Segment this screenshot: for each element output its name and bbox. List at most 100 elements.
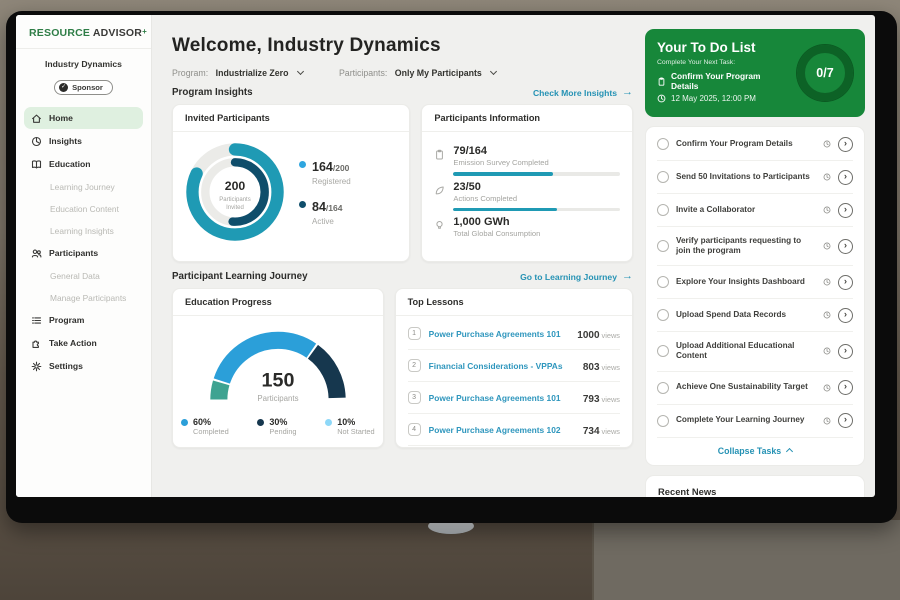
app-logo: RESOURCE ADVISOR+ bbox=[16, 15, 151, 49]
task-row[interactable]: Verify participants requesting to join t… bbox=[657, 227, 853, 266]
task-checkbox[interactable] bbox=[657, 382, 669, 394]
task-open-button[interactable]: › bbox=[838, 413, 853, 428]
task-label: Invite a Collaborator bbox=[676, 205, 816, 216]
task-row[interactable]: Confirm Your Program Details › bbox=[657, 128, 853, 161]
legend-percent: 10% bbox=[337, 417, 374, 427]
task-label: Upload Spend Data Records bbox=[676, 310, 816, 321]
collapse-tasks-link[interactable]: Collapse Tasks bbox=[657, 438, 853, 461]
task-checkbox[interactable] bbox=[657, 138, 669, 150]
sponsor-badge-icon: ✓ bbox=[59, 83, 68, 92]
participants-filter[interactable]: Participants: Only My Participants bbox=[339, 68, 496, 78]
progress-bar-fill bbox=[453, 172, 553, 176]
sidebar-item-label: Insights bbox=[49, 136, 82, 146]
todo-next-task: Confirm Your Program Details bbox=[657, 71, 789, 91]
sponsor-badge[interactable]: ✓ Sponsor bbox=[54, 80, 113, 95]
lesson-title-link[interactable]: Power Purchase Agreements 102 bbox=[429, 425, 575, 435]
task-row[interactable]: Complete Your Learning Journey › bbox=[657, 405, 853, 438]
participants-info-body: 79/164 Emission Survey Completed 23/50 A… bbox=[422, 132, 632, 249]
lesson-row[interactable]: 1 Power Purchase Agreements 101 1000view… bbox=[408, 318, 620, 350]
program-filter[interactable]: Program: Industrialize Zero bbox=[172, 68, 303, 78]
task-open-button[interactable]: › bbox=[838, 275, 853, 290]
sidebar-item-label: Education Content bbox=[50, 204, 119, 214]
task-open-button[interactable]: › bbox=[838, 308, 853, 323]
lesson-title-link[interactable]: Power Purchase Agreements 101 bbox=[429, 393, 575, 403]
task-open-button[interactable]: › bbox=[838, 203, 853, 218]
arrow-right-icon: → bbox=[622, 271, 633, 282]
sidebar-item-learning-insights[interactable]: Learning Insights bbox=[24, 220, 143, 241]
sidebar-item-take-action[interactable]: Take Action bbox=[24, 332, 143, 354]
sidebar-item-participants[interactable]: Participants bbox=[24, 242, 143, 264]
info-label: Emission Survey Completed bbox=[453, 158, 620, 167]
task-open-button[interactable]: › bbox=[838, 137, 853, 152]
task-row[interactable]: Achieve One Sustainability Target › bbox=[657, 372, 853, 405]
section-title: Participant Learning Journey bbox=[172, 271, 308, 282]
lesson-row[interactable]: 2 Financial Considerations - VPPAs 803vi… bbox=[408, 350, 620, 382]
sidebar-item-settings[interactable]: Settings bbox=[24, 355, 143, 377]
sidebar-item-manage-participants[interactable]: Manage Participants bbox=[24, 287, 143, 308]
top-lessons-card: Top Lessons 1 Power Purchase Agreements … bbox=[395, 288, 633, 448]
task-checkbox[interactable] bbox=[657, 240, 669, 252]
todo-due-label: 12 May 2025, 12:00 PM bbox=[671, 94, 756, 103]
views-word: views bbox=[602, 395, 620, 404]
todo-progress-ring: 0/7 bbox=[797, 45, 853, 101]
task-open-button[interactable]: › bbox=[838, 239, 853, 254]
lesson-row[interactable]: 4 Power Purchase Agreements 102 734views bbox=[408, 414, 620, 446]
main-content: Welcome, Industry Dynamics Program: Indu… bbox=[152, 15, 643, 497]
go-to-learning-journey-link[interactable]: Go to Learning Journey → bbox=[520, 271, 633, 282]
task-checkbox[interactable] bbox=[657, 415, 669, 427]
sidebar-item-general-data[interactable]: General Data bbox=[24, 265, 143, 286]
lesson-title-link[interactable]: Power Purchase Agreements 101 bbox=[429, 329, 570, 339]
gauge-legend: 60% Completed 30% Pending 10% Not Starte… bbox=[173, 415, 383, 436]
chevron-up-icon bbox=[786, 448, 793, 455]
chevron-right-icon: › bbox=[844, 415, 847, 425]
gauge-chart-area: 150 Participants 60% Completed 30% Pendi… bbox=[173, 316, 383, 436]
sponsor-badge-label: Sponsor bbox=[72, 83, 103, 92]
task-label: Confirm Your Program Details bbox=[676, 139, 816, 150]
org-name: Industry Dynamics bbox=[16, 49, 151, 69]
check-more-insights-link[interactable]: Check More Insights → bbox=[533, 87, 633, 98]
legend-label: Registered bbox=[312, 177, 351, 186]
page-title: Welcome, Industry Dynamics bbox=[172, 35, 633, 57]
task-checkbox[interactable] bbox=[657, 204, 669, 216]
task-row[interactable]: Upload Spend Data Records › bbox=[657, 299, 853, 332]
sidebar-item-education-content[interactable]: Education Content bbox=[24, 198, 143, 219]
chevron-down-icon bbox=[490, 68, 497, 75]
task-row[interactable]: Send 50 Invitations to Participants › bbox=[657, 161, 853, 194]
lesson-rank: 2 bbox=[408, 359, 421, 372]
sidebar-item-learning-journey[interactable]: Learning Journey bbox=[24, 176, 143, 197]
lesson-title-link[interactable]: Financial Considerations - VPPAs bbox=[429, 361, 575, 371]
legend-item-not-started: 10% Not Started bbox=[325, 417, 374, 436]
task-row[interactable]: Invite a Collaborator › bbox=[657, 194, 853, 227]
lesson-row[interactable]: 5 Power Purchase Agreements 103 600views bbox=[408, 446, 620, 448]
sidebar-item-label: Settings bbox=[49, 361, 83, 371]
task-checkbox[interactable] bbox=[657, 309, 669, 321]
task-checkbox[interactable] bbox=[657, 345, 669, 357]
lesson-row[interactable]: 3 Power Purchase Agreements 101 793views bbox=[408, 382, 620, 414]
sidebar-item-program[interactable]: Program bbox=[24, 309, 143, 331]
todo-subtitle: Complete Your Next Task: bbox=[657, 59, 789, 66]
right-panel: Your To Do List Complete Your Next Task:… bbox=[643, 15, 875, 497]
sidebar-item-insights[interactable]: Insights bbox=[24, 130, 143, 152]
sidebar-item-home[interactable]: Home bbox=[24, 107, 143, 129]
task-open-button[interactable]: › bbox=[838, 170, 853, 185]
sidebar-item-label: Participants bbox=[49, 248, 98, 258]
chevron-right-icon: › bbox=[844, 382, 847, 392]
lesson-views: 793 bbox=[583, 394, 600, 405]
task-label: Send 50 Invitations to Participants bbox=[676, 172, 816, 183]
task-open-button[interactable]: › bbox=[838, 380, 853, 395]
clock-icon bbox=[823, 384, 831, 392]
task-row[interactable]: Upload Additional Educational Content › bbox=[657, 332, 853, 371]
legend-percent: 60% bbox=[193, 417, 229, 427]
participants-filter-label: Participants: bbox=[339, 68, 387, 78]
legend-label: Not Started bbox=[337, 427, 374, 436]
task-checkbox[interactable] bbox=[657, 171, 669, 183]
sidebar-item-label: Take Action bbox=[49, 338, 97, 348]
clock-icon bbox=[823, 173, 831, 181]
task-row[interactable]: Explore Your Insights Dashboard › bbox=[657, 266, 853, 299]
task-open-button[interactable]: › bbox=[838, 344, 853, 359]
sidebar-item-education[interactable]: Education bbox=[24, 153, 143, 175]
legend-label: Pending bbox=[269, 427, 296, 436]
task-checkbox[interactable] bbox=[657, 276, 669, 288]
sidebar-item-label: General Data bbox=[50, 271, 100, 281]
participants-information-card: Participants Information 79/164 Emission… bbox=[421, 104, 633, 262]
